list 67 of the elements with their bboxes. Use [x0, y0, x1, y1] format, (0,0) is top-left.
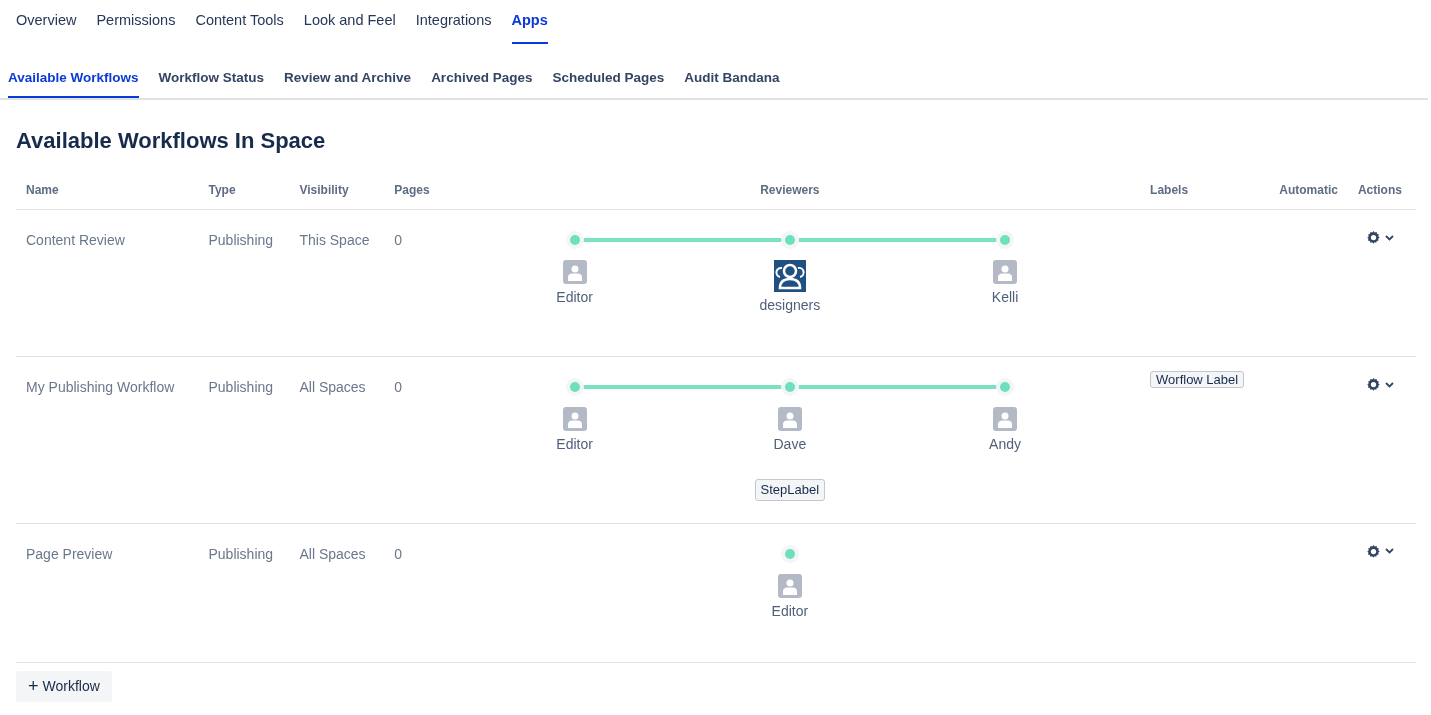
- column-header: Labels: [1140, 181, 1268, 210]
- column-header: Automatic: [1267, 181, 1348, 210]
- user-avatar-icon: [993, 407, 1018, 431]
- settings-menu-button[interactable]: [1365, 377, 1394, 392]
- reviewer-name: designers: [759, 296, 821, 315]
- table-cell: This Space: [289, 209, 385, 357]
- step-dot: [784, 548, 795, 559]
- sub-tab[interactable]: Available Workflows: [8, 67, 139, 98]
- reviewer-name: Editor: [556, 288, 593, 307]
- column-header: Actions: [1347, 181, 1416, 210]
- table-cell: All Spaces: [289, 523, 385, 662]
- reviewer-name: Editor: [556, 435, 593, 454]
- group-icon: [773, 260, 806, 292]
- table-cell: Publishing: [198, 356, 290, 523]
- column-header: Visibility: [289, 181, 385, 210]
- reviewer-name: Kelli: [991, 288, 1019, 307]
- column-header: Pages: [384, 181, 440, 210]
- step-dot: [784, 235, 795, 245]
- sub-tab[interactable]: Archived Pages: [431, 67, 533, 98]
- settings-menu-button[interactable]: [1365, 543, 1394, 559]
- table-cell: Content Review: [16, 209, 199, 357]
- caret-icon: [1384, 234, 1394, 241]
- nav-tab[interactable]: Apps: [511, 10, 548, 44]
- nav-tab[interactable]: Look and Feel: [303, 10, 396, 44]
- table-cell: My Publishing Workflow: [16, 356, 199, 523]
- step-label: StepLabel: [754, 479, 826, 501]
- table-cell: 0: [384, 356, 440, 523]
- column-header: Reviewers: [439, 181, 1141, 210]
- page-heading: Available Workflows In Space: [16, 127, 327, 155]
- step-dot: [1000, 235, 1011, 245]
- caret-icon: [1384, 548, 1394, 554]
- table-cell: All Spaces: [289, 356, 385, 523]
- table-cell: Page Preview: [16, 523, 199, 662]
- sub-tab[interactable]: Workflow Status: [158, 67, 265, 98]
- step-dot: [569, 382, 580, 392]
- settings-icon: [1365, 230, 1381, 245]
- column-header: Name: [16, 181, 199, 210]
- step-dot: [784, 382, 795, 392]
- step-dot: [1000, 382, 1011, 392]
- user-avatar-icon: [562, 407, 587, 431]
- plus-icon: +: [28, 677, 39, 695]
- workflow-label: Worflow Label: [1150, 371, 1245, 388]
- settings-icon: [1365, 543, 1381, 559]
- user-avatar-icon: [993, 260, 1018, 284]
- reviewer-name: Andy: [989, 435, 1021, 454]
- settings-menu-button[interactable]: [1365, 230, 1394, 245]
- caret-icon: [1384, 381, 1394, 388]
- step-dot: [569, 235, 580, 245]
- nav-tab[interactable]: Integrations: [415, 10, 492, 44]
- nav-tab[interactable]: Overview: [16, 10, 77, 44]
- table-cell: 0: [384, 523, 440, 662]
- reviewer-name: Dave: [773, 435, 807, 454]
- table-cell: Publishing: [198, 523, 290, 662]
- column-header: Type: [198, 181, 290, 210]
- sub-tab[interactable]: Audit Bandana: [684, 67, 780, 98]
- sub-tab[interactable]: Review and Archive: [284, 67, 412, 98]
- settings-icon: [1365, 377, 1381, 392]
- user-avatar-icon: [777, 407, 802, 431]
- table-cell: Publishing: [198, 209, 290, 357]
- user-avatar-icon: [562, 260, 587, 284]
- reviewer-name: Editor: [771, 601, 809, 621]
- user-avatar-icon: [777, 573, 802, 598]
- add-workflow-button[interactable]: + Workflow: [16, 670, 112, 702]
- nav-tab[interactable]: Content Tools: [195, 10, 284, 44]
- sub-tab[interactable]: Scheduled Pages: [552, 67, 665, 98]
- table-cell: 0: [384, 209, 440, 357]
- nav-tab[interactable]: Permissions: [96, 10, 176, 44]
